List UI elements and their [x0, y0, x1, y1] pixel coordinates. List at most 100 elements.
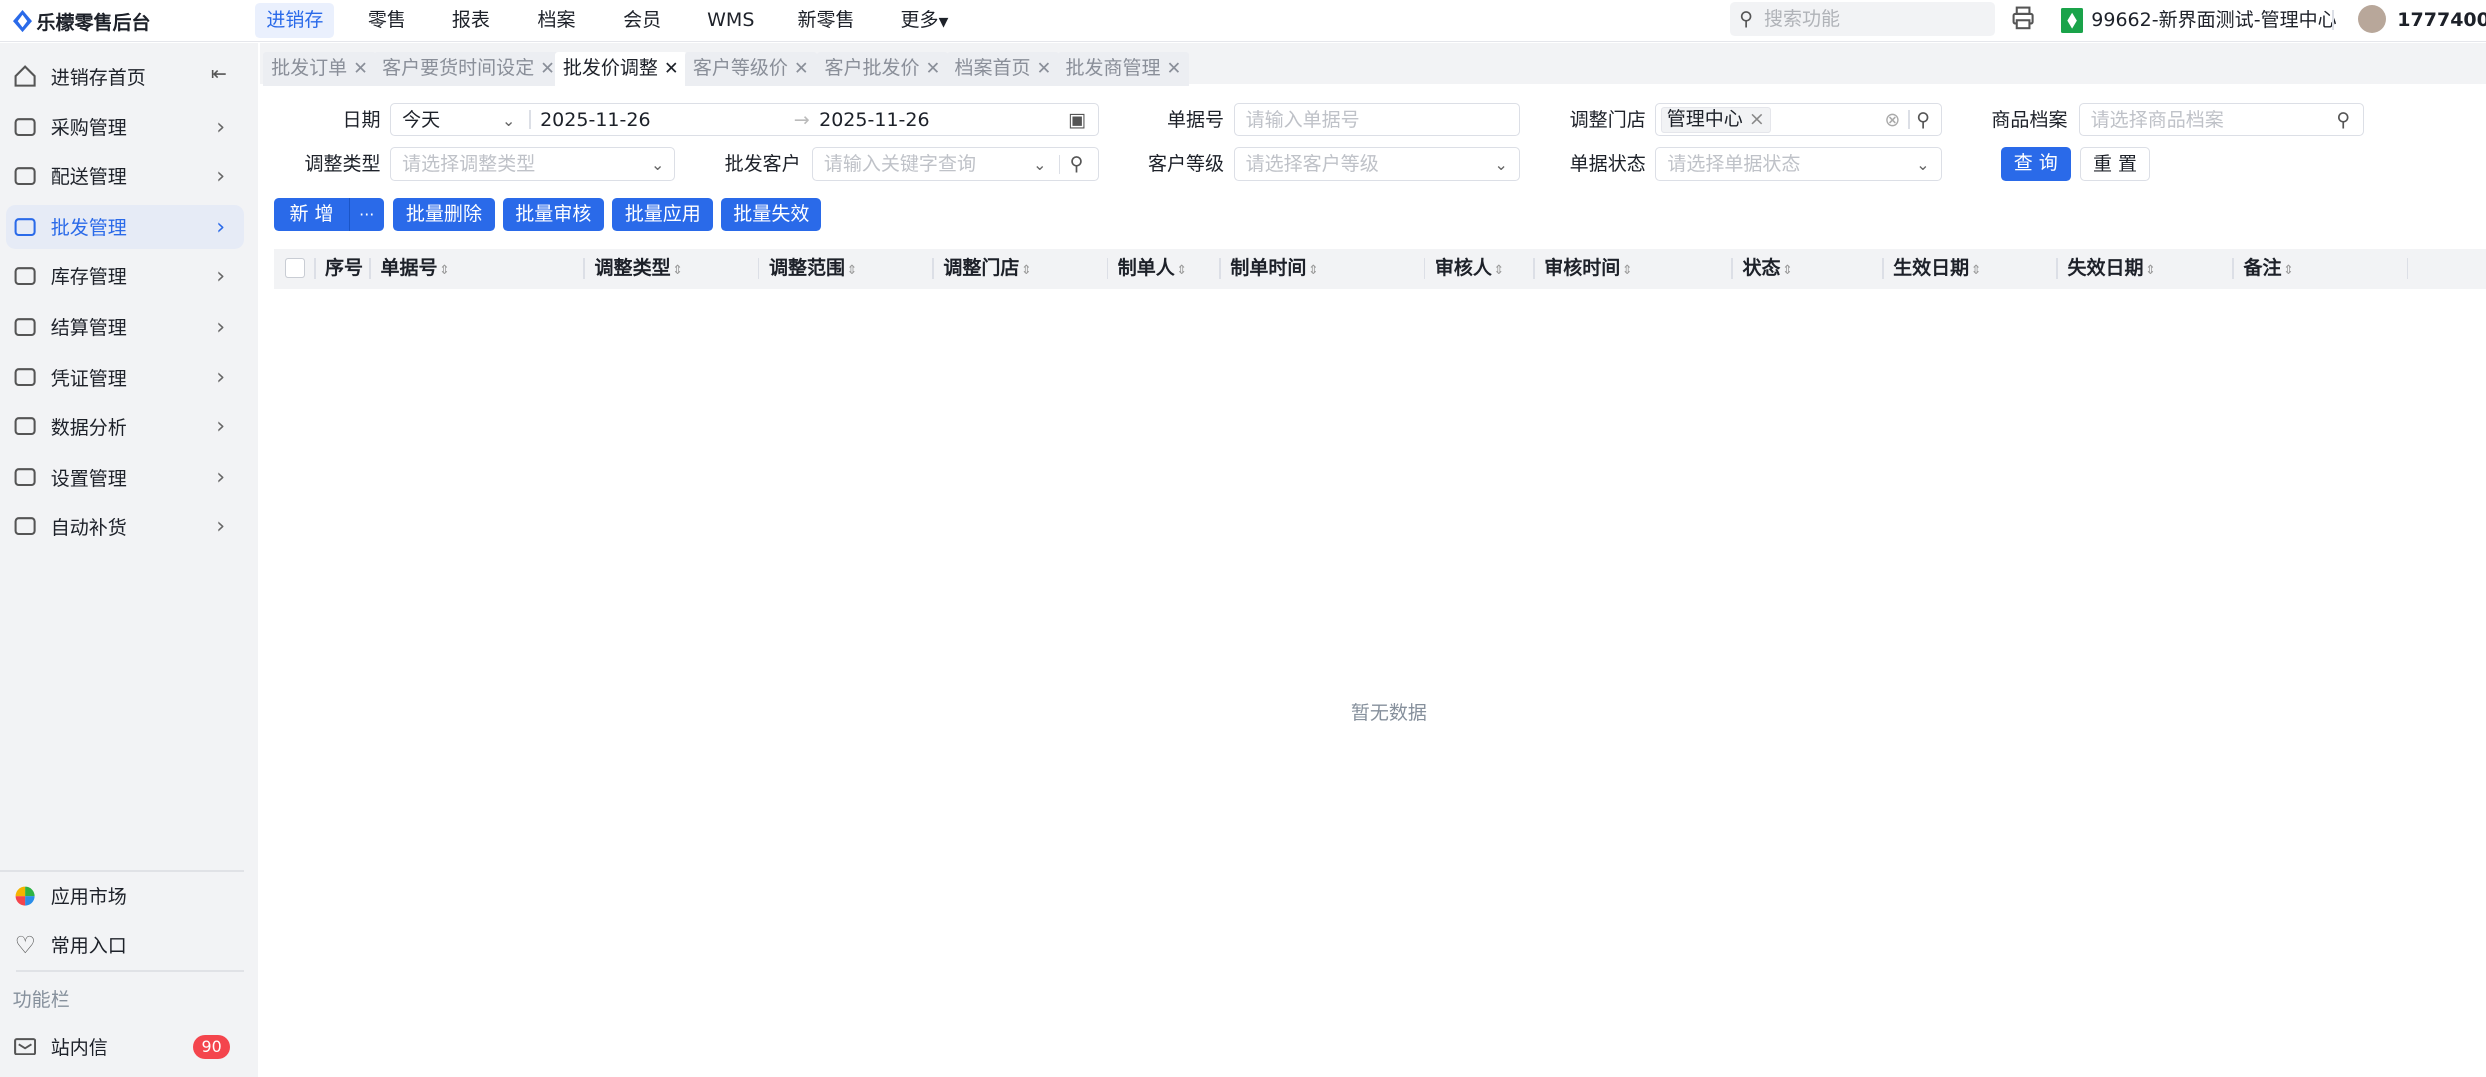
sort-icon[interactable]: ⇕ [847, 262, 858, 277]
sort-icon[interactable]: ⇕ [1176, 262, 1187, 277]
sidebar-item-4[interactable]: 库存管理 › [6, 254, 244, 298]
sidebar-item-6[interactable]: 凭证管理 › [6, 355, 244, 399]
current-store[interactable]: 99662-新界面测试-管理中心 [2091, 6, 2336, 35]
sidebar-item-1[interactable]: 采购管理 › [6, 105, 244, 149]
sidebar-app-market[interactable]: 应用市场 [6, 874, 244, 918]
column-header[interactable]: 单据号 ⇕ [369, 249, 583, 289]
add-more-button[interactable]: ··· [348, 198, 384, 232]
level-select[interactable]: 请选择客户等级 ⌄ [1233, 147, 1521, 181]
sort-icon[interactable]: ⇕ [2145, 262, 2156, 277]
divider [313, 258, 316, 280]
type-select[interactable]: 请选择调整类型 ⌄ [390, 147, 676, 181]
chevron-right-icon: › [216, 262, 226, 289]
tag-close-icon[interactable]: × [1749, 108, 1765, 130]
sidebar-item-9[interactable]: 自动补货 › [6, 504, 244, 548]
clear-icon[interactable]: ⊗ [1885, 104, 1901, 137]
select-all-checkbox[interactable] [285, 258, 305, 278]
tab-0[interactable]: 批发订单 ✕ [263, 52, 376, 86]
home-icon [13, 63, 38, 88]
sort-icon[interactable]: ⇕ [1493, 262, 1504, 277]
close-icon[interactable]: ✕ [353, 59, 368, 79]
sort-icon[interactable]: ⇕ [672, 262, 683, 277]
sort-icon[interactable]: ⇕ [1971, 262, 1982, 277]
sidebar-favorites[interactable]: ♡ 常用入口 [6, 923, 244, 967]
column-header[interactable]: 审核时间 ⇕ [1533, 249, 1731, 289]
close-icon[interactable]: ✕ [664, 59, 679, 79]
calendar-icon[interactable]: ▣ [1068, 104, 1086, 137]
sidebar-item-3[interactable]: 批发管理 › [6, 204, 245, 249]
nav-new-retail[interactable]: 新零售 [786, 3, 865, 38]
add-button[interactable]: 新 增 [274, 198, 349, 232]
store-select[interactable]: 管理中心 × ⊗ ⚲ [1655, 103, 1943, 137]
column-header[interactable]: 生效日期 ⇕ [1881, 249, 2056, 289]
goods-select[interactable]: 请选择商品档案 ⚲ [2078, 103, 2364, 137]
sort-icon[interactable]: ⇕ [1782, 262, 1793, 277]
batch-audit-button[interactable]: 批量审核 [502, 198, 605, 232]
tab-3[interactable]: 客户等级价 ✕ [684, 52, 817, 86]
batch-delete-button[interactable]: 批量删除 [393, 198, 495, 232]
user-account[interactable]: 177740052 [2397, 6, 2486, 35]
goods-placeholder: 请选择商品档案 [2090, 109, 2224, 132]
nav-jinxiaocun[interactable]: 进销存 [255, 3, 335, 39]
divider [2332, 9, 2334, 31]
status-select[interactable]: 请选择单据状态 ⌄ [1655, 147, 1943, 181]
tab-1[interactable]: 客户要货时间设定 ✕ [374, 52, 563, 86]
query-button[interactable]: 查 询 [2000, 147, 2071, 181]
customer-select[interactable]: 请输入关键字查询 ⌄ ⚲ [811, 147, 1099, 181]
column-header[interactable]: 审核人 ⇕ [1423, 249, 1533, 289]
sidebar-item-0[interactable]: 进销存首页 [6, 54, 244, 98]
column-header[interactable]: 调整类型 ⇕ [583, 249, 757, 289]
function-search[interactable]: ⚲ 搜索功能 [1729, 1, 1995, 37]
search-icon[interactable]: ⚲ [1070, 148, 1084, 181]
sidebar-messages[interactable]: 站内信 90 [6, 1024, 244, 1068]
nav-member[interactable]: 会员 [612, 3, 672, 38]
close-icon[interactable]: ✕ [1167, 59, 1182, 79]
sidebar-item-5[interactable]: 结算管理 › [6, 304, 244, 348]
nav-more[interactable]: 更多▼ [889, 3, 959, 38]
sidebar-item-8[interactable]: 设置管理 › [6, 455, 244, 499]
sidebar-item-7[interactable]: 数据分析 › [6, 404, 244, 448]
sort-icon[interactable]: ⇕ [1308, 262, 1319, 277]
date-end-input[interactable]: 2025-11-26 [819, 104, 930, 137]
sort-icon[interactable]: ⇕ [1021, 262, 1032, 277]
batch-apply-button[interactable]: 批量应用 [612, 198, 714, 232]
sort-icon[interactable]: ⇕ [2283, 262, 2294, 277]
logo[interactable]: 乐檬零售后台 [12, 8, 151, 35]
printer-icon[interactable] [2012, 6, 2034, 36]
divider [15, 970, 245, 972]
search-icon[interactable]: ⚲ [1916, 104, 1930, 137]
column-header[interactable]: 调整范围 ⇕ [757, 249, 932, 289]
batch-invalid-button[interactable]: 批量失效 [721, 198, 822, 232]
nav-retail[interactable]: 零售 [357, 3, 417, 38]
tab-4[interactable]: 客户批发价 ✕ [816, 52, 949, 86]
doc-no-input[interactable]: 请输入单据号 [1233, 103, 1521, 137]
close-icon[interactable]: ✕ [794, 59, 809, 79]
status-placeholder: 请选择单据状态 [1667, 153, 1801, 176]
search-icon[interactable]: ⚲ [2336, 104, 2350, 137]
sidebar-item-2[interactable]: 配送管理 › [6, 154, 244, 198]
nav-reports[interactable]: 报表 [441, 3, 501, 38]
sort-icon[interactable]: ⇕ [439, 262, 450, 277]
tab-5[interactable]: 档案首页 ✕ [946, 52, 1060, 86]
tab-2[interactable]: 批发价调整 ✕ [554, 52, 687, 86]
close-icon[interactable]: ✕ [926, 59, 941, 79]
divider [1533, 258, 1535, 280]
column-header[interactable]: 状态 ⇕ [1731, 249, 1882, 289]
collapse-sidebar-icon[interactable]: ⇤ [211, 63, 227, 85]
close-icon[interactable]: ✕ [1037, 59, 1052, 79]
date-start-input[interactable]: 2025-11-26 [540, 104, 651, 137]
nav-archive[interactable]: 档案 [526, 3, 586, 38]
replenish-icon [13, 514, 38, 539]
reset-button[interactable]: 重 置 [2080, 147, 2150, 181]
column-header[interactable]: 调整门店 ⇕ [932, 249, 1106, 289]
close-icon[interactable]: ✕ [540, 59, 555, 79]
date-range-select[interactable]: 今天 [402, 104, 440, 137]
sort-icon[interactable]: ⇕ [1622, 262, 1633, 277]
inventory-icon [13, 263, 38, 288]
column-header[interactable]: 备注 ⇕ [2232, 249, 2406, 289]
nav-wms[interactable]: WMS [696, 3, 765, 38]
column-header[interactable]: 制单时间 ⇕ [1219, 249, 1424, 289]
column-header[interactable]: 制单人 ⇕ [1106, 249, 1220, 289]
tab-6[interactable]: 批发商管理 ✕ [1057, 52, 1190, 86]
column-header[interactable]: 失效日期 ⇕ [2056, 249, 2232, 289]
